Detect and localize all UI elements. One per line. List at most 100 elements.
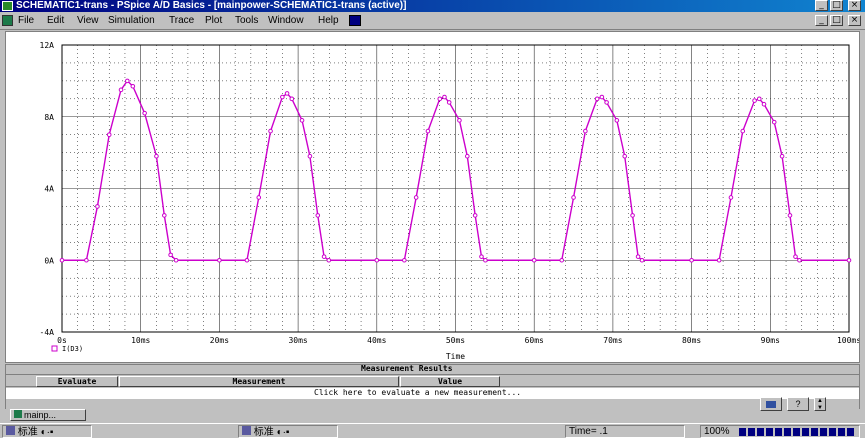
doc-close-button[interactable]: × [848, 15, 861, 26]
x-tick-label: 50ms [446, 336, 465, 345]
y-tick-label: 8A [44, 113, 54, 122]
series-point [374, 257, 380, 263]
series-point [307, 153, 313, 159]
series-point [614, 118, 620, 123]
context-help-icon[interactable] [349, 15, 361, 26]
series-point [402, 257, 407, 263]
series-point [846, 257, 852, 263]
doc-restore-button[interactable]: □ [830, 15, 843, 26]
series-point [106, 132, 112, 137]
ime-icon-2 [242, 426, 251, 435]
new-measurement-prompt[interactable]: Click here to evaluate a new measurement… [314, 388, 521, 397]
column-measurement[interactable]: Measurement [119, 376, 399, 387]
series-point [740, 128, 746, 134]
menu-plot[interactable]: Plot [205, 15, 222, 26]
ime-label-2: 标准 [253, 427, 274, 438]
series-point [716, 257, 722, 263]
x-tick-label: 30ms [288, 336, 307, 345]
menu-simulation[interactable]: Simulation [108, 15, 155, 26]
series-point [689, 257, 694, 263]
waveform-plot[interactable]: 0s 10ms 20ms 30ms 40ms 50ms 60ms 70ms 80ms 90ms 10… [6, 32, 859, 362]
ime-toolbar-2[interactable]: 标准 ◐·▪ [238, 425, 338, 438]
menu-view[interactable]: View [77, 15, 99, 26]
menu-window[interactable]: Window [268, 15, 304, 26]
menu-help[interactable]: Help [318, 15, 339, 26]
tab-mainpower[interactable]: mainp... [10, 409, 86, 421]
y-tick-label: 0A [44, 256, 54, 265]
y-tick-label: 4A [44, 185, 54, 194]
series-point [797, 257, 802, 263]
series-point [472, 213, 478, 218]
ime-toolbar-1[interactable]: 标准 ◐·▪ [2, 425, 92, 438]
series-point [787, 213, 793, 218]
x-tick-label: 100ms [837, 336, 859, 345]
series-point [571, 195, 576, 200]
series-point [217, 257, 222, 263]
series-point [583, 128, 588, 134]
series-point [752, 98, 757, 103]
series-point [84, 257, 89, 263]
doc-minimize-button[interactable]: _ [815, 15, 828, 26]
series-point [639, 257, 645, 263]
y-tick-label: 12A [40, 41, 55, 50]
series-point [154, 153, 159, 159]
series-point [142, 110, 147, 116]
series-point [531, 257, 537, 263]
series-point [599, 94, 605, 100]
document-icon[interactable] [2, 15, 13, 26]
ime-moon-icon: ◐·▪ [40, 427, 54, 438]
pspice-app-icon[interactable] [2, 1, 13, 11]
chart-icon [766, 401, 776, 408]
series-point [622, 153, 628, 159]
x-tick-label: 60ms [525, 336, 544, 345]
series-point [446, 100, 452, 105]
series-point [479, 254, 484, 259]
scroll-spinner[interactable]: ▲ ▼ [814, 397, 826, 411]
status-time: Time= .1 [565, 425, 685, 438]
series-point [118, 87, 124, 93]
series-point [457, 118, 462, 123]
x-tick-label: 10ms [131, 336, 150, 345]
status-progress: 100% [700, 425, 860, 438]
x-tick-label: 70ms [603, 336, 622, 345]
close-button[interactable]: × [848, 0, 861, 11]
series-point [779, 153, 785, 159]
measurement-columns: Evaluate Measurement Value [6, 376, 859, 387]
series-point [244, 257, 250, 263]
chart-tool-button[interactable] [760, 397, 782, 411]
series-point [289, 96, 295, 102]
x-tick-label: 20ms [210, 336, 229, 345]
x-tick-label: 40ms [367, 336, 386, 345]
ime-moon-icon-2: ◐·▪ [276, 427, 290, 438]
legend-label: I(D3) [62, 345, 83, 353]
menu-tools[interactable]: Tools [235, 15, 258, 26]
series-point [162, 213, 167, 218]
menu-trace[interactable]: Trace [169, 15, 194, 26]
new-measurement-row[interactable]: Click here to evaluate a new measurement… [6, 388, 859, 399]
help-tool-button[interactable]: ? [787, 397, 809, 411]
menu-file[interactable]: File [18, 15, 34, 26]
progress-percent: 100% [704, 426, 730, 437]
waveform-plot-window[interactable]: 0s 10ms 20ms 30ms 40ms 50ms 60ms 70ms 80ms 90ms 10… [5, 31, 860, 363]
tab-icon [14, 410, 22, 418]
column-evaluate[interactable]: Evaluate [36, 376, 118, 387]
series-point [315, 213, 321, 218]
series-point [728, 195, 734, 200]
spin-arrows-icon: ▲ ▼ [817, 398, 823, 411]
question-icon: ? [795, 399, 801, 409]
minimize-button[interactable]: _ [815, 0, 828, 11]
menu-edit[interactable]: Edit [47, 15, 64, 26]
series-point [483, 257, 488, 263]
series-point [130, 83, 136, 89]
y-tick-label: -4A [40, 328, 55, 337]
series-point [59, 257, 65, 263]
series-point [413, 195, 419, 200]
x-tick-label: 90ms [761, 336, 780, 345]
window-title-bar: SCHEMATIC1-trans - PSpice A/D Basics - [… [0, 0, 865, 12]
maximize-button[interactable]: □ [830, 0, 843, 11]
series-point [268, 128, 273, 134]
series-point [326, 257, 332, 263]
column-value[interactable]: Value [400, 376, 500, 387]
legend-marker [51, 345, 58, 352]
series-point [442, 94, 447, 100]
